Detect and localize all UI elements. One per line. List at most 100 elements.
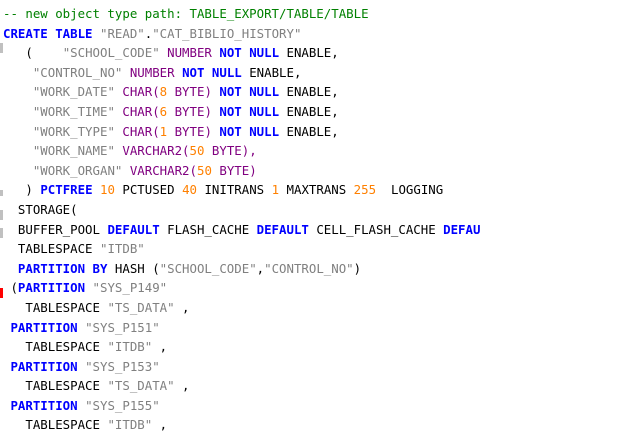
code-line: TABLESPACE "ITDB" ,	[3, 415, 480, 435]
code-line: "WORK_TYPE" CHAR(1 BYTE) NOT NULL ENABLE…	[3, 122, 480, 142]
code-token-kw: PCTFREE	[40, 182, 93, 198]
code-token-kw: NOT NULL	[219, 123, 280, 139]
code-token-kw: DEFAU	[443, 221, 481, 237]
code-token-str: "CAT_BIBLIO_HISTORY"	[152, 25, 302, 41]
code-token-str: "SYS_P151"	[85, 319, 160, 335]
code-token-plain: FLASH_CACHE	[159, 221, 257, 237]
code-token-plain: TABLESPACE	[3, 339, 108, 355]
code-token-plain: INITRANS	[196, 182, 272, 198]
code-token-plain: ENABLE,	[279, 103, 339, 119]
code-line: PARTITION BY HASH ("SCHOOL_CODE","CONTRO…	[3, 259, 480, 279]
code-line: (PARTITION "SYS_P149"	[3, 278, 480, 298]
code-token-str: "ITDB"	[99, 241, 145, 257]
code-token-kw: PARTITION	[17, 280, 86, 296]
code-line: "WORK_NAME" VARCHAR2(50 BYTE),	[3, 141, 480, 161]
code-token-type: BYTE)	[167, 123, 220, 139]
code-line: BUFFER_POOL DEFAULT FLASH_CACHE DEFAULT …	[3, 220, 481, 240]
code-token-type: NUMBER	[122, 64, 183, 80]
code-token-plain: CELL_FLASH_CACHE	[308, 221, 444, 237]
code-line: PARTITION "SYS_P151"	[3, 318, 480, 338]
code-line: STORAGE(	[3, 200, 480, 220]
code-line: TABLESPACE "TS_DATA" ,	[3, 298, 480, 318]
code-line: ( "SCHOOL_CODE" NUMBER NOT NULL ENABLE,	[3, 43, 480, 63]
code-token-num: 40	[182, 182, 197, 198]
code-line: TABLESPACE "ITDB"	[3, 239, 480, 259]
code-token-kw: PARTITION	[10, 397, 78, 413]
code-token-plain: (	[3, 45, 63, 61]
code-line: TABLESPACE "ITDB" ,	[3, 337, 480, 357]
code-line: PARTITION "SYS_P153"	[3, 357, 480, 377]
code-token-plain: ,	[174, 299, 190, 315]
code-token-plain: LOGGING	[376, 182, 444, 198]
code-token-kw: DEFAULT	[107, 221, 160, 237]
code-token-type: CHAR(	[114, 123, 160, 139]
code-token-kw: NOT NULL	[219, 84, 280, 100]
code-token-kw: NOT NULL	[219, 103, 280, 119]
code-token-plain: TABLESPACE	[3, 241, 100, 257]
code-token-plain: HASH (	[107, 260, 160, 276]
code-token-str: "SYS_P155"	[85, 397, 160, 413]
code-token-str: "CONTROL_NO"	[32, 64, 123, 80]
code-token-plain: ENABLE,	[241, 64, 302, 80]
code-token-num: 50	[189, 143, 205, 159]
code-token-str: "CONTROL_NO"	[264, 260, 354, 276]
code-token-num: 1	[271, 182, 280, 198]
code-token-str: "WORK_TIME"	[32, 103, 115, 119]
code-token-kw: DEFAULT	[256, 221, 309, 237]
code-token-plain: )	[353, 260, 362, 276]
code-token-type: NUMBER	[159, 45, 220, 61]
code-token-kw: NOT NULL	[219, 45, 280, 61]
code-token-str: "ITDB"	[107, 339, 153, 355]
code-token-plain: PCTUSED	[114, 182, 183, 198]
code-token-str: "SYS_P149"	[92, 280, 168, 296]
code-token-str: "SCHOOL_CODE"	[62, 45, 160, 61]
code-token-kw: PARTITION BY	[17, 260, 108, 276]
code-token-plain: MAXTRANS	[279, 182, 354, 198]
code-line: "WORK_DATE" CHAR(8 BYTE) NOT NULL ENABLE…	[3, 82, 480, 102]
code-text[interactable]: -- new object type path: TABLE_EXPORT/TA…	[3, 4, 480, 435]
code-token-plain: ,	[152, 417, 168, 433]
code-token-plain: TABLESPACE	[3, 378, 108, 394]
code-token-type: VARCHAR2(	[122, 162, 197, 178]
code-editor[interactable]: -- new object type path: TABLE_EXPORT/TA…	[0, 0, 639, 441]
code-line: -- new object type path: TABLE_EXPORT/TA…	[3, 4, 480, 24]
code-token-type: VARCHAR2(	[114, 143, 190, 159]
code-token-type: CHAR(	[114, 103, 160, 119]
code-token-type: BYTE)	[211, 162, 257, 178]
code-token-plain: ,	[256, 260, 265, 276]
code-token-str: "WORK_TYPE"	[32, 123, 115, 139]
code-token-plain: ENABLE,	[279, 123, 339, 139]
code-token-str: "SCHOOL_CODE"	[159, 260, 257, 276]
code-token-str: "READ"	[99, 25, 145, 41]
code-token-str: "WORK_NAME"	[32, 143, 115, 159]
code-token-type: CHAR(	[114, 84, 160, 100]
code-token-plain: BUFFER_POOL	[3, 221, 108, 237]
code-token-str: "TS_DATA"	[107, 299, 175, 315]
code-token-num: 10	[100, 182, 115, 198]
code-token-type: BYTE),	[204, 143, 257, 159]
code-token-num: 50	[196, 162, 212, 178]
code-token-num: 255	[353, 182, 377, 198]
code-line: "WORK_TIME" CHAR(6 BYTE) NOT NULL ENABLE…	[3, 102, 480, 122]
code-token-kw: PARTITION	[10, 319, 78, 335]
code-token-str: "ITDB"	[107, 417, 153, 433]
code-token-plain: ,	[152, 339, 168, 355]
code-line: "CONTROL_NO" NUMBER NOT NULL ENABLE,	[3, 63, 480, 83]
code-token-str: "SYS_P153"	[85, 358, 160, 374]
code-line: "WORK_ORGAN" VARCHAR2(50 BYTE)	[3, 161, 480, 181]
code-token-str: "WORK_DATE"	[32, 84, 115, 100]
code-line: ) PCTFREE 10 PCTUSED 40 INITRANS 1 MAXTR…	[3, 180, 480, 200]
code-token-plain: ENABLE,	[279, 84, 339, 100]
code-token-type: BYTE)	[167, 84, 220, 100]
